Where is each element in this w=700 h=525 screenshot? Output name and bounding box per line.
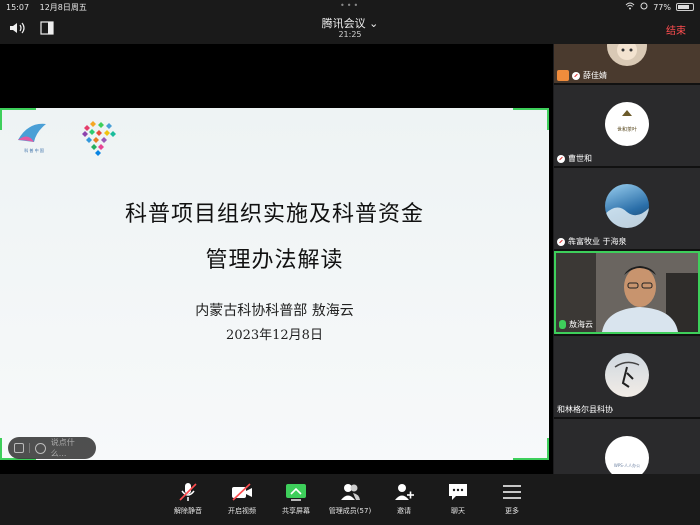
participant-tile[interactable]: 薛佳婧 (554, 44, 700, 83)
mic-muted-icon (557, 154, 565, 163)
clock: 15:07 (6, 3, 30, 12)
members-icon (339, 482, 361, 502)
chat-input-pill[interactable]: 说点什么... (8, 437, 96, 459)
focus-corner (513, 438, 549, 460)
mic-active-icon (559, 320, 566, 329)
slide-date: 2023年12月8日 (226, 328, 323, 343)
avatar (605, 353, 649, 397)
logo-caption: 科 普 中 国 (24, 148, 44, 153)
share-screen-icon (285, 482, 307, 502)
participant-tile[interactable]: 犇富牧业 于海泉 (554, 168, 700, 249)
video-label: 开启视频 (228, 507, 256, 515)
members-label: 管理成员(57) (328, 507, 372, 515)
location-icon (640, 2, 648, 12)
end-meeting-button[interactable]: 结束 (666, 22, 686, 37)
start-video-button[interactable]: 开启视频 (212, 482, 272, 516)
participant-name: 犇富牧业 于海泉 (568, 237, 627, 246)
avatar (605, 184, 649, 228)
wifi-icon (625, 2, 635, 12)
chat-button[interactable]: 聊天 (428, 482, 488, 516)
share-screen-button[interactable]: 共享屏幕 (266, 482, 326, 516)
avatar: WPS·人人办公 (605, 436, 649, 474)
meeting-header: 腾讯会议 ⌄ 21:25 结束 (0, 14, 700, 44)
participant-tile[interactable]: 和林格尔县科协 (554, 336, 700, 417)
add-user-icon (393, 482, 415, 502)
shared-screen-area: 科 普 中 国 科普项目组织实施及科普资金 管理办法解读 内蒙古科协科普部 敖海… (0, 44, 553, 474)
kepu-china-logo: 科 普 中 国 (14, 118, 50, 154)
invite-button[interactable]: 邀请 (374, 482, 434, 516)
slide-author: 内蒙古科协科普部 敖海云 (195, 303, 354, 319)
participant-tile[interactable]: 世和茶叶 曹世和 (554, 85, 700, 166)
chat-bubble-icon[interactable] (14, 443, 24, 453)
chat-label: 聊天 (451, 507, 465, 515)
heart-logo (74, 116, 120, 162)
participant-name: 薛佳婧 (583, 71, 607, 80)
host-icon (557, 70, 569, 81)
divider (28, 443, 30, 453)
focus-corner (513, 108, 549, 130)
presentation-slide: 科 普 中 国 科普项目组织实施及科普资金 管理办法解读 内蒙古科协科普部 敖海… (0, 108, 549, 460)
invite-label: 邀请 (397, 507, 411, 515)
meeting-title[interactable]: 腾讯会议 ⌄ (0, 15, 700, 31)
mic-off-icon (177, 482, 199, 502)
active-speaker-tile[interactable]: 敖海云 (554, 251, 700, 334)
unmute-label: 解除静音 (174, 507, 202, 515)
date: 12月8日周五 (39, 3, 87, 12)
more-button[interactable]: 更多 (482, 482, 542, 516)
mic-muted-icon (572, 71, 580, 80)
battery-percent: 77% (653, 2, 671, 12)
chat-icon (447, 482, 469, 502)
camera-off-icon (231, 482, 253, 502)
more-label: 更多 (505, 507, 519, 515)
menu-icon (501, 482, 523, 502)
battery-icon (676, 3, 694, 11)
participant-name: 和林格尔县科协 (557, 405, 613, 414)
slide-title-line2: 管理办法解读 (205, 248, 344, 273)
avatar-text: 世和茶叶 (616, 127, 637, 133)
participant-name: 敖海云 (569, 320, 593, 329)
participant-panel[interactable]: 薛佳婧 世和茶叶 曹世和 犇富牧业 于海泉 敖海云 和林格尔县科协 WPS·人人… (554, 44, 700, 474)
avatar (607, 44, 647, 66)
slide-title-line1: 科普项目组织实施及科普资金 (124, 202, 424, 227)
participant-name: 曹世和 (568, 154, 592, 163)
mic-muted-icon (557, 237, 565, 246)
status-bar: 15:07 12月8日周五 ••• 77% (0, 0, 700, 14)
avatar-text: WPS·人人办公 (613, 463, 641, 468)
manage-members-button[interactable]: 管理成员(57) (320, 482, 380, 516)
avatar: 世和茶叶 (605, 102, 649, 146)
multitask-dots[interactable]: ••• (340, 1, 360, 10)
share-label: 共享屏幕 (282, 507, 310, 515)
chat-placeholder[interactable]: 说点什么... (51, 437, 90, 459)
meeting-toolbar: 解除静音 开启视频 共享屏幕 管理成员(57) 邀请 聊天 更多 (0, 474, 700, 525)
meeting-duration: 21:25 (338, 30, 362, 39)
unmute-button[interactable]: 解除静音 (158, 482, 218, 516)
participant-tile[interactable]: WPS·人人办公 (554, 419, 700, 474)
emoji-icon[interactable] (34, 442, 46, 454)
